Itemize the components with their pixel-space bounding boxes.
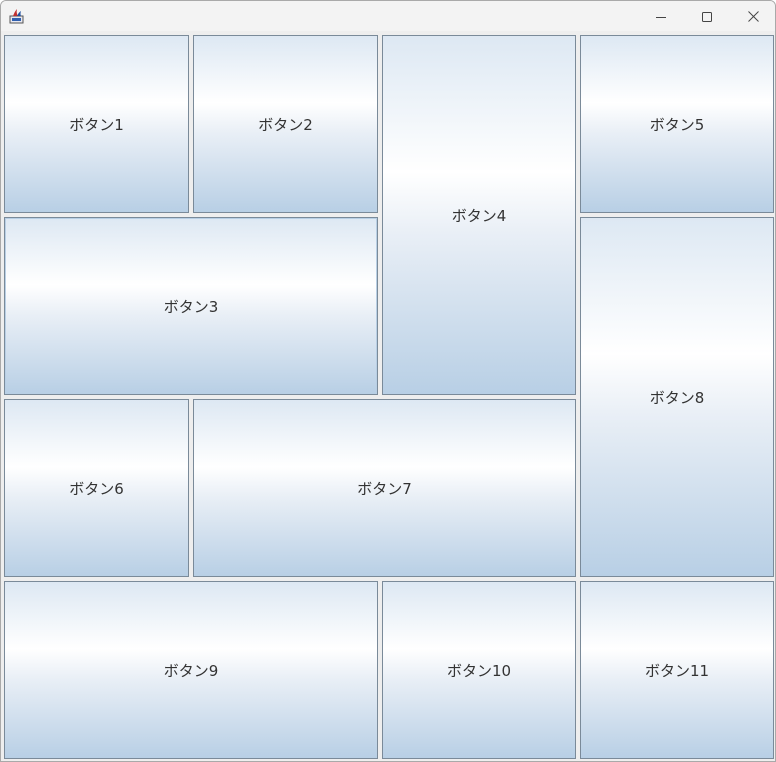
button-7-label: ボタン7 bbox=[357, 479, 412, 498]
app-window: ボタン1 ボタン2 ボタン3 ボタン4 ボタン5 ボタン6 ボタン7 ボタン8 … bbox=[0, 0, 776, 762]
button-10-label: ボタン10 bbox=[446, 661, 512, 680]
button-3-label: ボタン3 bbox=[163, 297, 219, 316]
java-coffee-cup-icon bbox=[9, 8, 26, 24]
button-1[interactable]: ボタン1 bbox=[4, 35, 189, 213]
minimize-icon bbox=[656, 7, 666, 26]
button-6[interactable]: ボタン6 bbox=[4, 399, 189, 577]
button-11-label: ボタン11 bbox=[644, 661, 710, 680]
button-8[interactable]: ボタン8 bbox=[580, 217, 774, 577]
button-2-label: ボタン2 bbox=[258, 115, 313, 134]
button-11[interactable]: ボタン11 bbox=[580, 581, 774, 759]
minimize-button[interactable] bbox=[638, 1, 684, 31]
button-2[interactable]: ボタン2 bbox=[193, 35, 378, 213]
button-8-label: ボタン8 bbox=[649, 388, 705, 407]
button-4-label: ボタン4 bbox=[451, 206, 507, 225]
close-icon bbox=[747, 7, 759, 26]
title-bar[interactable] bbox=[1, 1, 775, 31]
button-3[interactable]: ボタン3 bbox=[4, 217, 378, 395]
maximize-button[interactable] bbox=[684, 1, 730, 31]
button-5[interactable]: ボタン5 bbox=[580, 35, 774, 213]
button-4[interactable]: ボタン4 bbox=[382, 35, 576, 395]
button-panel: ボタン1 ボタン2 ボタン3 ボタン4 ボタン5 ボタン6 ボタン7 ボタン8 … bbox=[1, 32, 775, 761]
button-1-label: ボタン1 bbox=[69, 115, 124, 134]
button-9-label: ボタン9 bbox=[163, 661, 219, 680]
button-10[interactable]: ボタン10 bbox=[382, 581, 576, 759]
button-9[interactable]: ボタン9 bbox=[4, 581, 378, 759]
close-button[interactable] bbox=[730, 1, 775, 31]
button-5-label: ボタン5 bbox=[649, 115, 705, 134]
maximize-icon bbox=[702, 7, 712, 26]
button-7[interactable]: ボタン7 bbox=[193, 399, 576, 577]
button-6-label: ボタン6 bbox=[69, 479, 124, 498]
